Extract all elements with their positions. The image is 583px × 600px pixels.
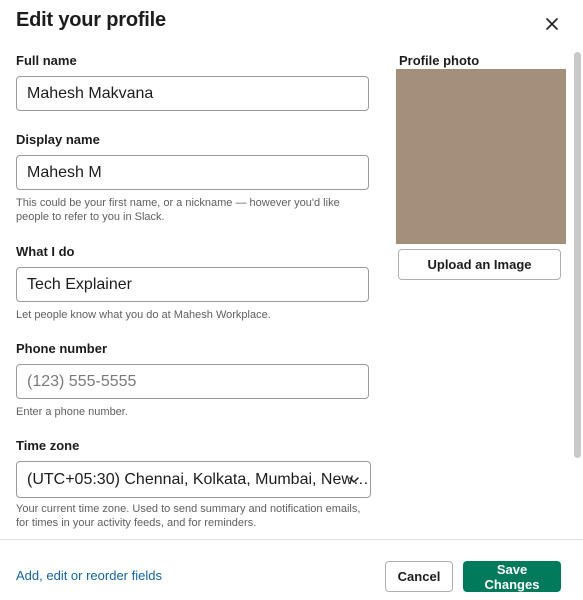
- scrollbar[interactable]: [574, 52, 581, 458]
- upload-image-button[interactable]: Upload an Image: [398, 249, 561, 280]
- display-name-input[interactable]: [16, 155, 369, 190]
- dialog-title: Edit your profile: [16, 9, 166, 31]
- reorder-fields-link[interactable]: Add, edit or reorder fields: [16, 568, 162, 583]
- profile-photo: [396, 69, 566, 244]
- time-zone-label: Time zone: [16, 438, 80, 453]
- phone-number-input[interactable]: [16, 364, 369, 399]
- what-i-do-label: What I do: [16, 244, 75, 259]
- what-i-do-input[interactable]: [16, 267, 369, 302]
- full-name-label: Full name: [16, 53, 77, 68]
- display-name-hint: This could be your first name, or a nick…: [16, 197, 340, 223]
- phone-number-hint: Enter a phone number.: [16, 406, 128, 418]
- close-button[interactable]: [540, 12, 564, 36]
- what-i-do-hint: Let people know what you do at Mahesh Wo…: [16, 309, 271, 321]
- display-name-label: Display name: [16, 132, 100, 147]
- chevron-down-icon: [349, 477, 359, 483]
- time-zone-hint: Your current time zone. Used to send sum…: [16, 503, 361, 529]
- profile-photo-label: Profile photo: [399, 53, 480, 68]
- time-zone-select[interactable]: (UTC+05:30) Chennai, Kolkata, Mumbai, Ne…: [16, 461, 371, 498]
- phone-number-label: Phone number: [16, 341, 108, 356]
- save-changes-button[interactable]: Save Changes: [463, 561, 561, 592]
- close-icon: [546, 18, 558, 30]
- full-name-input[interactable]: [16, 76, 369, 111]
- footer-divider: [0, 539, 583, 540]
- cancel-button[interactable]: Cancel: [385, 561, 453, 592]
- time-zone-value: (UTC+05:30) Chennai, Kolkata, Mumbai, Ne…: [27, 471, 369, 488]
